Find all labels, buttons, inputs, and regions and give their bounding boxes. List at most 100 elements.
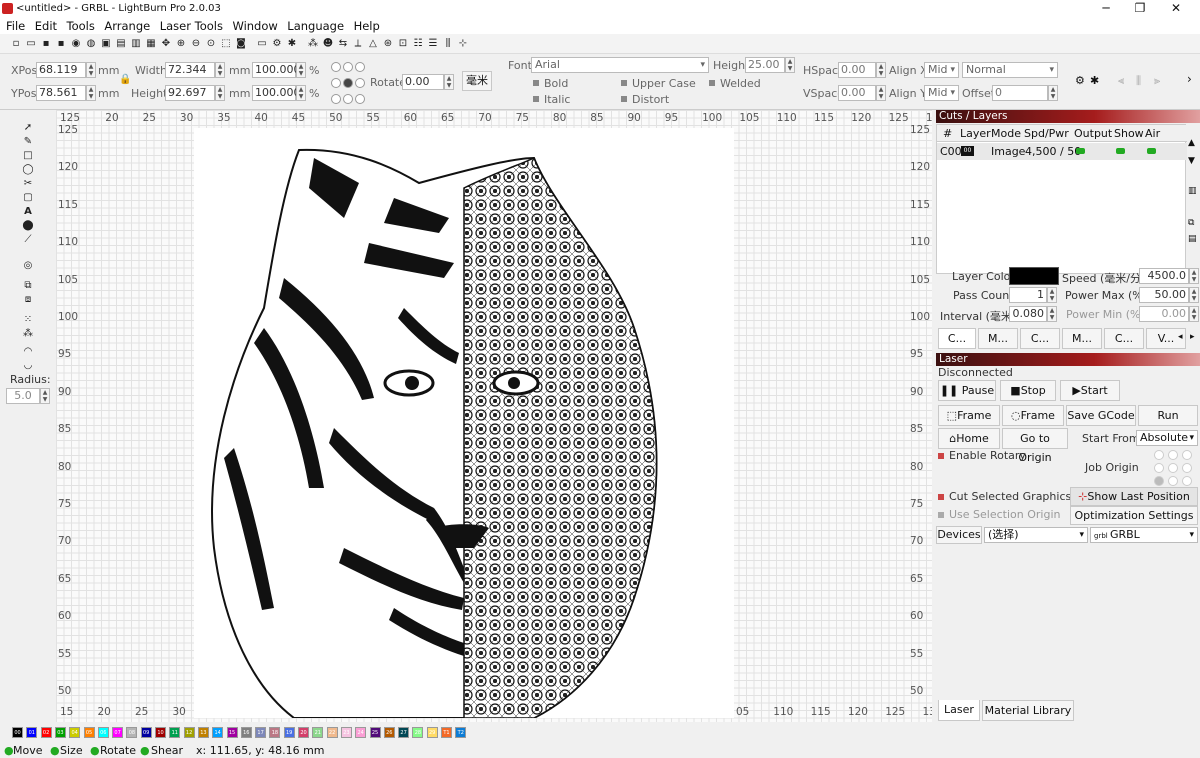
circular-array-icon[interactable]: ⁂: [22, 328, 34, 340]
select-arrow-icon[interactable]: ➚: [22, 122, 34, 134]
device-select[interactable]: (选择): [984, 527, 1088, 543]
tab-camera[interactable]: C...: [1104, 328, 1144, 349]
edit-nodes-icon[interactable]: ✎: [22, 136, 34, 148]
palette-swatch[interactable]: 01: [26, 727, 38, 738]
status-rotate[interactable]: Rotate: [100, 744, 136, 757]
show-last-position-button[interactable]: ⊹Show Last Position: [1070, 487, 1198, 506]
upper-case-checkbox[interactable]: Upper Case: [632, 77, 696, 90]
xpos-spinner[interactable]: ▲ ▼: [86, 62, 96, 78]
rectangle-icon[interactable]: □: [22, 150, 34, 162]
palette-swatch[interactable]: 22: [326, 727, 338, 738]
height-pct-spinner[interactable]: ▲ ▼: [296, 85, 306, 101]
warning-icon[interactable]: △: [367, 38, 379, 50]
width-pct-spinner[interactable]: ▲ ▼: [296, 62, 306, 78]
palette-swatch[interactable]: 09: [140, 727, 152, 738]
speed-spinner[interactable]: ▲ ▼: [1189, 268, 1199, 284]
monitor-icon[interactable]: ▭: [256, 38, 268, 50]
power-min-spinner[interactable]: ▲ ▼: [1189, 306, 1199, 322]
zoom-select-icon[interactable]: ⬚: [220, 38, 232, 50]
height-field[interactable]: 92.697: [165, 85, 215, 101]
palette-swatch[interactable]: 15: [226, 727, 238, 738]
interval-field[interactable]: 0.080: [1009, 306, 1047, 322]
palette-swatch[interactable]: 25: [369, 727, 381, 738]
width-pct-field[interactable]: 100.000: [252, 62, 301, 78]
menu-laser-tools[interactable]: Laser Tools: [160, 18, 223, 34]
tools-icon[interactable]: ✱: [286, 38, 298, 50]
tool-icon[interactable]: ✱: [1090, 74, 1099, 87]
palette-swatch[interactable]: 02: [40, 727, 52, 738]
tab-console[interactable]: C...: [1020, 328, 1060, 349]
layer-down-icon[interactable]: ▼: [1188, 156, 1195, 166]
offset-field[interactable]: 0: [992, 85, 1048, 101]
ypos-field[interactable]: 78.561: [36, 85, 86, 101]
xpos-field[interactable]: 68.119: [36, 62, 86, 78]
user-icon[interactable]: ☻: [322, 38, 334, 50]
pass-count-spinner[interactable]: ▲ ▼: [1047, 287, 1057, 303]
palette-swatch[interactable]: 17: [255, 727, 267, 738]
air-toggle[interactable]: [1147, 148, 1156, 154]
menu-window[interactable]: Window: [232, 18, 277, 34]
distort-checkbox[interactable]: Distort: [632, 93, 669, 106]
vspace-spinner[interactable]: ▲ ▼: [876, 85, 886, 101]
stop-button[interactable]: ■Stop: [1000, 380, 1056, 401]
palette-swatch[interactable]: 03: [54, 727, 66, 738]
tab-laser[interactable]: Laser: [938, 700, 980, 721]
tab-material[interactable]: M...: [1062, 328, 1102, 349]
status-shear[interactable]: Shear: [151, 744, 183, 757]
output-toggle[interactable]: [1076, 148, 1085, 154]
rotate-spinner[interactable]: ▲ ▼: [444, 74, 454, 90]
lock-icon[interactable]: 🔒: [119, 74, 131, 85]
flip-h-icon[interactable]: ⇆: [337, 38, 349, 50]
offset-spinner[interactable]: ▲ ▼: [1048, 85, 1058, 101]
palette-swatch[interactable]: 05: [83, 727, 95, 738]
ypos-spinner[interactable]: ▲ ▼: [86, 85, 96, 101]
palette-swatch[interactable]: 21: [312, 727, 324, 738]
more-chevron-icon[interactable]: ›: [1187, 72, 1192, 86]
menu-arrange[interactable]: Arrange: [104, 18, 150, 34]
tiger-image[interactable]: [194, 128, 734, 718]
palette-swatch[interactable]: 13: [197, 727, 209, 738]
palette-swatch[interactable]: 20: [298, 727, 309, 738]
enable-rotary-checkbox[interactable]: Enable Rotary: [949, 449, 1026, 462]
radius-field[interactable]: 5.0: [6, 388, 40, 404]
align3-icon[interactable]: ⫼: [442, 38, 454, 50]
open-icon[interactable]: ▭: [25, 38, 37, 50]
camera-icon[interactable]: ◙: [235, 38, 247, 50]
status-move[interactable]: Move: [13, 744, 43, 757]
bold-checkbox[interactable]: Bold: [544, 77, 568, 90]
save-gcode-button[interactable]: Save GCode: [1066, 405, 1136, 426]
rotary-toggle-icon[interactable]: ⚙: [1075, 74, 1085, 87]
hspace-spinner[interactable]: ▲ ▼: [876, 62, 886, 78]
tab-move[interactable]: M...: [978, 328, 1018, 349]
offset-icon[interactable]: ⧉: [22, 280, 34, 292]
palette-swatch[interactable]: 24: [355, 727, 367, 738]
layer-up-icon[interactable]: ▲: [1188, 138, 1195, 148]
new-file-icon[interactable]: ▫: [10, 38, 22, 50]
menu-language[interactable]: Language: [287, 18, 344, 34]
align-right-icon[interactable]: ⫸: [1154, 74, 1160, 88]
zoom-in-icon[interactable]: ⊕: [175, 38, 187, 50]
move-icon[interactable]: ✥: [160, 38, 172, 50]
copy-icon[interactable]: ▤: [115, 38, 127, 50]
text-height-spinner[interactable]: ▲ ▼: [785, 57, 795, 73]
scissors-icon[interactable]: ✂: [22, 178, 34, 190]
fillet-icon[interactable]: ◡: [22, 360, 34, 372]
palette-swatch[interactable]: 08: [126, 727, 138, 738]
menu-help[interactable]: Help: [354, 18, 380, 34]
devices-button[interactable]: Devices: [936, 526, 982, 544]
zoom-out-icon[interactable]: ⊖: [190, 38, 202, 50]
minimize-icon[interactable]: ─: [1096, 1, 1116, 15]
palette-swatch[interactable]: 27: [398, 727, 410, 738]
origin-selector[interactable]: [331, 60, 367, 106]
start-button[interactable]: ▶Start: [1060, 380, 1120, 401]
text-height-field[interactable]: 25.00: [745, 57, 785, 73]
home-button[interactable]: ⌂Home: [938, 428, 1000, 449]
palette-swatch[interactable]: 18: [269, 727, 281, 738]
dist-icon[interactable]: ☷: [412, 38, 424, 50]
tab-left-arrow-icon[interactable]: ◂: [1178, 332, 1183, 342]
use-selection-origin-checkbox[interactable]: Use Selection Origin: [949, 508, 1060, 521]
palette-swatch[interactable]: T2: [455, 727, 467, 738]
save-icon[interactable]: ▪: [40, 38, 52, 50]
power-min-field[interactable]: 0.00: [1139, 306, 1189, 322]
export-icon[interactable]: ◍: [85, 38, 97, 50]
